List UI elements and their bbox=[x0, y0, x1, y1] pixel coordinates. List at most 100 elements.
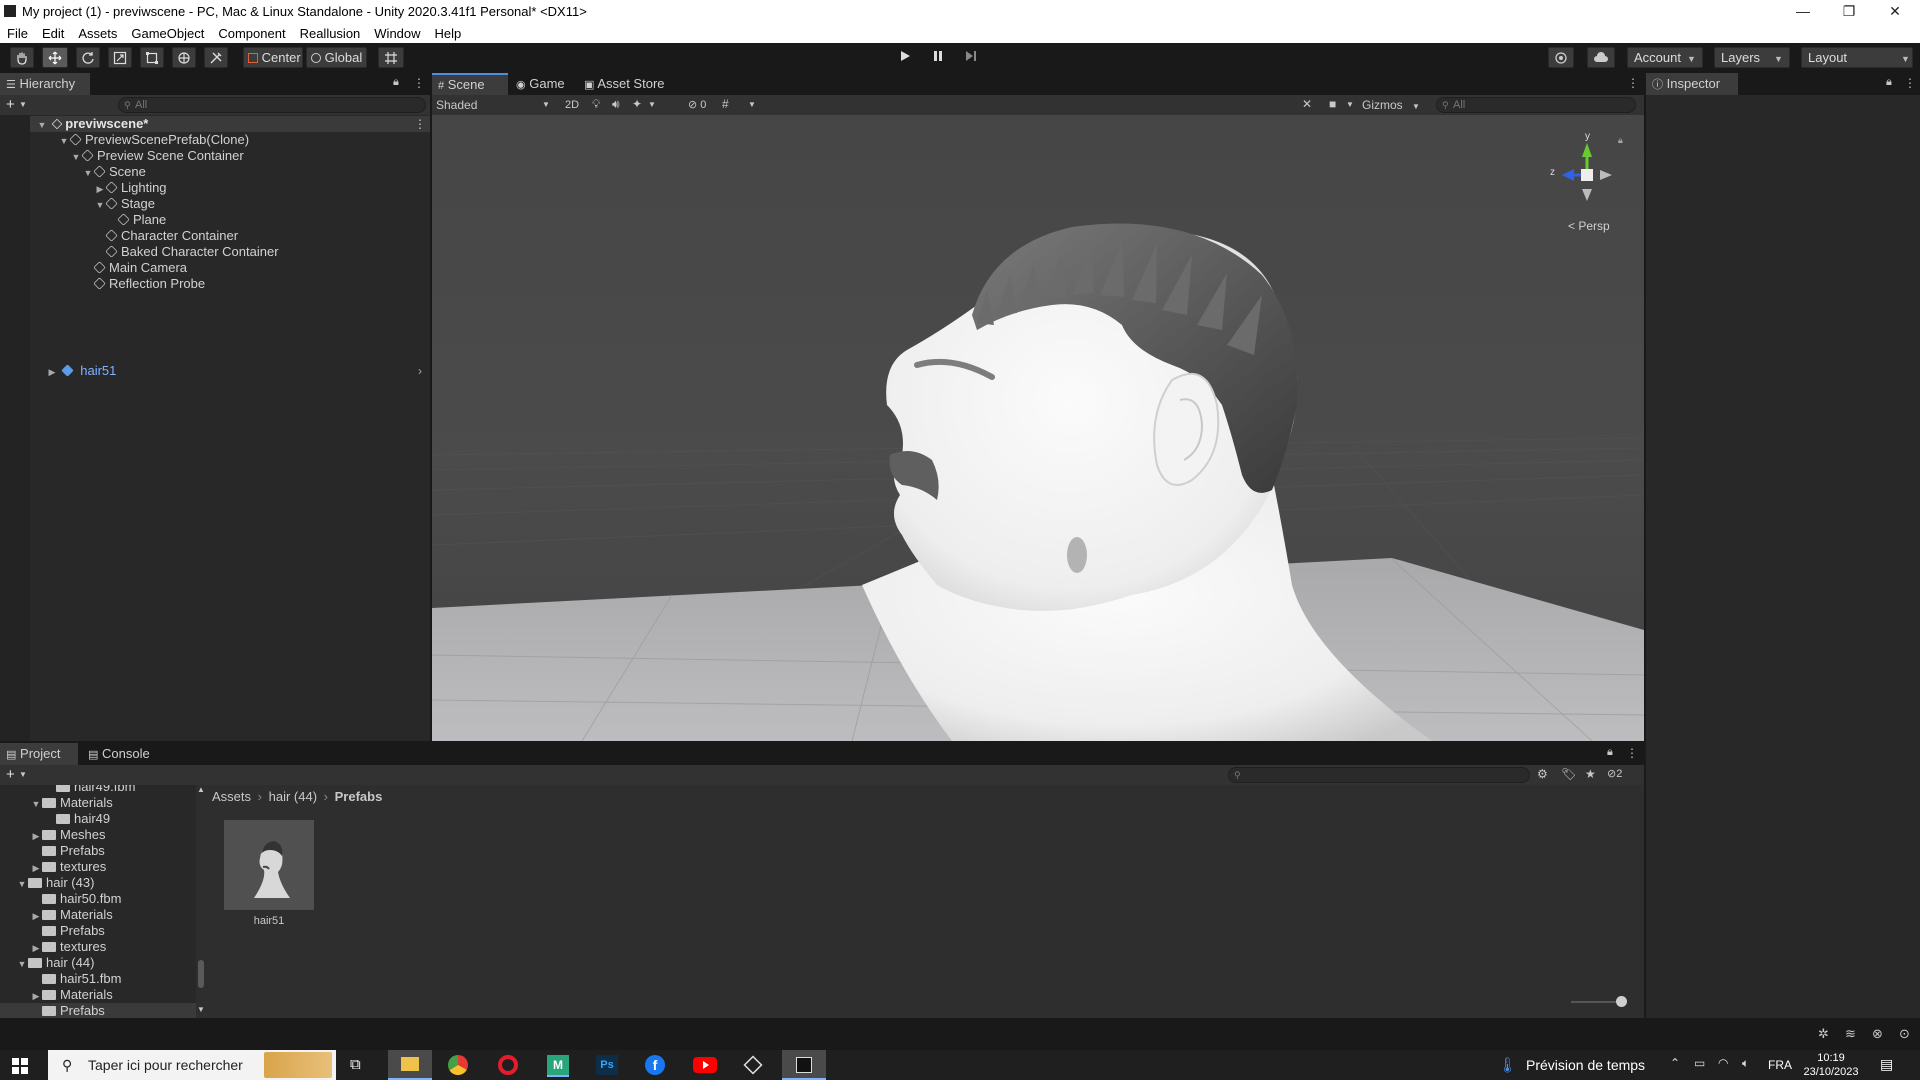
prefab-open-chevron-icon[interactable]: › bbox=[418, 364, 422, 378]
grid-dropdown-icon[interactable]: ▼ bbox=[748, 100, 756, 109]
lock-icon[interactable]: 🔒︎ bbox=[1886, 76, 1892, 89]
panel-menu-icon[interactable]: ⋮ bbox=[1904, 76, 1916, 90]
wifi-icon[interactable]: ◠ bbox=[1718, 1056, 1728, 1070]
menu-window[interactable]: Window bbox=[367, 23, 427, 41]
project-tree-item[interactable]: Prefabs bbox=[0, 1003, 196, 1018]
usb-icon[interactable]: ▭ bbox=[1694, 1056, 1705, 1070]
tab-game[interactable]: ◉ Game bbox=[510, 73, 576, 95]
menu-gameobject[interactable]: GameObject bbox=[124, 23, 211, 41]
project-tree-item[interactable]: ▶ textures bbox=[0, 859, 196, 875]
expand-arrow-icon[interactable]: ▶ bbox=[30, 860, 42, 876]
facebook-icon[interactable]: f bbox=[645, 1055, 665, 1075]
expand-arrow-icon[interactable]: ▶ bbox=[46, 364, 58, 380]
expand-arrow-icon[interactable]: ▶ bbox=[30, 988, 42, 1004]
collab-icon[interactable] bbox=[1548, 47, 1574, 68]
project-tree-item[interactable]: ▼ Materials bbox=[0, 795, 196, 811]
hierarchy-search-input[interactable]: ⚲ All bbox=[118, 97, 426, 113]
project-tree-item[interactable]: hair49 bbox=[0, 811, 196, 827]
camera-icon[interactable]: ■ bbox=[1329, 97, 1336, 111]
chrome-icon[interactable] bbox=[448, 1055, 468, 1075]
hierarchy-item[interactable]: Character Container bbox=[30, 228, 430, 244]
project-tree-item[interactable]: Prefabs bbox=[0, 923, 196, 939]
check-icon[interactable]: ⊙ bbox=[1899, 1026, 1910, 1042]
expand-arrow-icon[interactable]: ▼ bbox=[82, 165, 94, 181]
hierarchy-item[interactable]: Baked Character Container bbox=[30, 244, 430, 260]
task-view-icon[interactable]: ⧉ bbox=[350, 1056, 361, 1073]
hierarchy-item[interactable]: ▼ Scene bbox=[30, 164, 430, 180]
panel-menu-icon[interactable]: ⋮ bbox=[1627, 76, 1639, 90]
menu-component[interactable]: Component bbox=[211, 23, 292, 41]
hidden-packages-toggle[interactable]: ⊘2 bbox=[1607, 767, 1622, 780]
breadcrumb-prefabs[interactable]: Prefabs bbox=[335, 789, 383, 804]
asset-thumbnail-hair51[interactable] bbox=[224, 820, 314, 910]
favorite-star-icon[interactable]: ★ bbox=[1585, 767, 1596, 781]
expand-arrow-icon[interactable]: ▶ bbox=[30, 908, 42, 924]
project-tree-item[interactable]: ▼ hair (44) bbox=[0, 955, 196, 971]
scene-row[interactable]: ▼ previwscene* ⋮ bbox=[30, 116, 430, 132]
menu-assets[interactable]: Assets bbox=[71, 23, 124, 41]
project-tree-item[interactable]: ▼ hair (43) bbox=[0, 875, 196, 891]
effects-dropdown-icon[interactable]: ▼ bbox=[648, 100, 656, 109]
panel-menu-icon[interactable]: ⋮ bbox=[1626, 746, 1638, 760]
windows-start-icon[interactable] bbox=[12, 1058, 28, 1077]
hidden-objects-toggle[interactable]: ⊘ 0 bbox=[688, 97, 706, 113]
create-asset-dropdown-icon[interactable]: ▼ bbox=[19, 770, 27, 779]
custom-tool-icon[interactable] bbox=[204, 47, 228, 68]
project-tree-item[interactable]: ▶ Meshes bbox=[0, 827, 196, 843]
hierarchy-item[interactable]: Plane bbox=[30, 212, 430, 228]
expand-arrow-icon[interactable]: ▶ bbox=[94, 181, 106, 197]
file-explorer-icon[interactable] bbox=[388, 1050, 432, 1080]
move-tool-icon[interactable] bbox=[42, 47, 68, 68]
expand-arrow-icon[interactable]: ▼ bbox=[16, 876, 28, 892]
tab-asset-store[interactable]: ▣ Asset Store bbox=[578, 73, 678, 95]
expand-arrow-icon[interactable]: ▼ bbox=[30, 796, 42, 812]
expand-arrow-icon[interactable]: ▶ bbox=[30, 828, 42, 844]
hierarchy-item[interactable]: Main Camera bbox=[30, 260, 430, 276]
scroll-down-icon[interactable]: ▼ bbox=[197, 1005, 205, 1014]
gizmo-lock-icon[interactable]: 🔒︎ bbox=[1618, 135, 1623, 146]
rect-tool-icon[interactable] bbox=[140, 47, 164, 68]
expand-arrow-icon[interactable]: ▼ bbox=[36, 117, 48, 133]
project-search-input[interactable]: ⚲ bbox=[1228, 767, 1530, 783]
expand-arrow-icon[interactable]: ▼ bbox=[70, 149, 82, 165]
tools-icon[interactable]: ✕ bbox=[1302, 97, 1312, 111]
expand-arrow-icon[interactable]: ▶ bbox=[30, 940, 42, 956]
add-object-button[interactable]: + bbox=[6, 96, 15, 113]
project-tree-item[interactable]: hair50.fbm bbox=[0, 891, 196, 907]
grid-snap-icon[interactable] bbox=[378, 47, 404, 68]
layout-dropdown[interactable]: Layout ▼ bbox=[1801, 47, 1913, 68]
project-tree-item[interactable]: ▶ Materials bbox=[0, 907, 196, 923]
grid-toggle-icon[interactable]: # bbox=[722, 97, 729, 111]
hierarchy-item[interactable]: ▼ Preview Scene Container bbox=[30, 148, 430, 164]
add-object-dropdown-icon[interactable]: ▼ bbox=[19, 100, 27, 109]
thumbnail-size-slider-handle[interactable] bbox=[1616, 996, 1627, 1007]
scroll-up-icon[interactable]: ▲ bbox=[197, 785, 205, 794]
tab-scene[interactable]: # Scene bbox=[432, 73, 508, 95]
layers-dropdown[interactable]: Layers ▼ bbox=[1714, 47, 1790, 68]
project-tree-item[interactable]: Prefabs bbox=[0, 843, 196, 859]
menu-file[interactable]: File bbox=[0, 23, 35, 41]
network-icon[interactable]: ⊗ bbox=[1872, 1026, 1883, 1042]
maximize-button[interactable]: ❐ bbox=[1826, 0, 1872, 23]
create-asset-button[interactable]: + bbox=[6, 766, 15, 783]
tab-inspector[interactable]: ⓘ Inspector bbox=[1646, 73, 1738, 95]
projection-toggle[interactable]: < Persp bbox=[1568, 219, 1610, 233]
scene-menu-icon[interactable]: ⋮ bbox=[414, 117, 426, 131]
audio-toggle-icon[interactable]: 🔊︎ bbox=[612, 97, 620, 112]
tab-console[interactable]: ▤ Console bbox=[82, 743, 166, 765]
menu-edit[interactable]: Edit bbox=[35, 23, 71, 41]
clock[interactable]: 10:19 23/10/2023 bbox=[1796, 1051, 1866, 1079]
tab-hierarchy[interactable]: ☰ Hierarchy bbox=[0, 73, 90, 95]
scene-viewport[interactable]: y z 🔒︎ < Persp bbox=[432, 115, 1644, 741]
menu-reallusion[interactable]: Reallusion bbox=[293, 23, 368, 41]
camera-dropdown-icon[interactable]: ▼ bbox=[1346, 100, 1354, 109]
maya-icon[interactable]: M bbox=[547, 1055, 569, 1077]
pivot-global-toggle[interactable]: Global bbox=[306, 47, 367, 68]
account-dropdown[interactable]: Account ▼ bbox=[1627, 47, 1703, 68]
scale-tool-icon[interactable] bbox=[108, 47, 132, 68]
rotate-tool-icon[interactable] bbox=[76, 47, 100, 68]
close-button[interactable]: ✕ bbox=[1872, 0, 1918, 23]
minimize-button[interactable]: — bbox=[1780, 0, 1826, 23]
hierarchy-item[interactable]: ▶ Lighting bbox=[30, 180, 430, 196]
expand-arrow-icon[interactable]: ▼ bbox=[94, 197, 106, 213]
